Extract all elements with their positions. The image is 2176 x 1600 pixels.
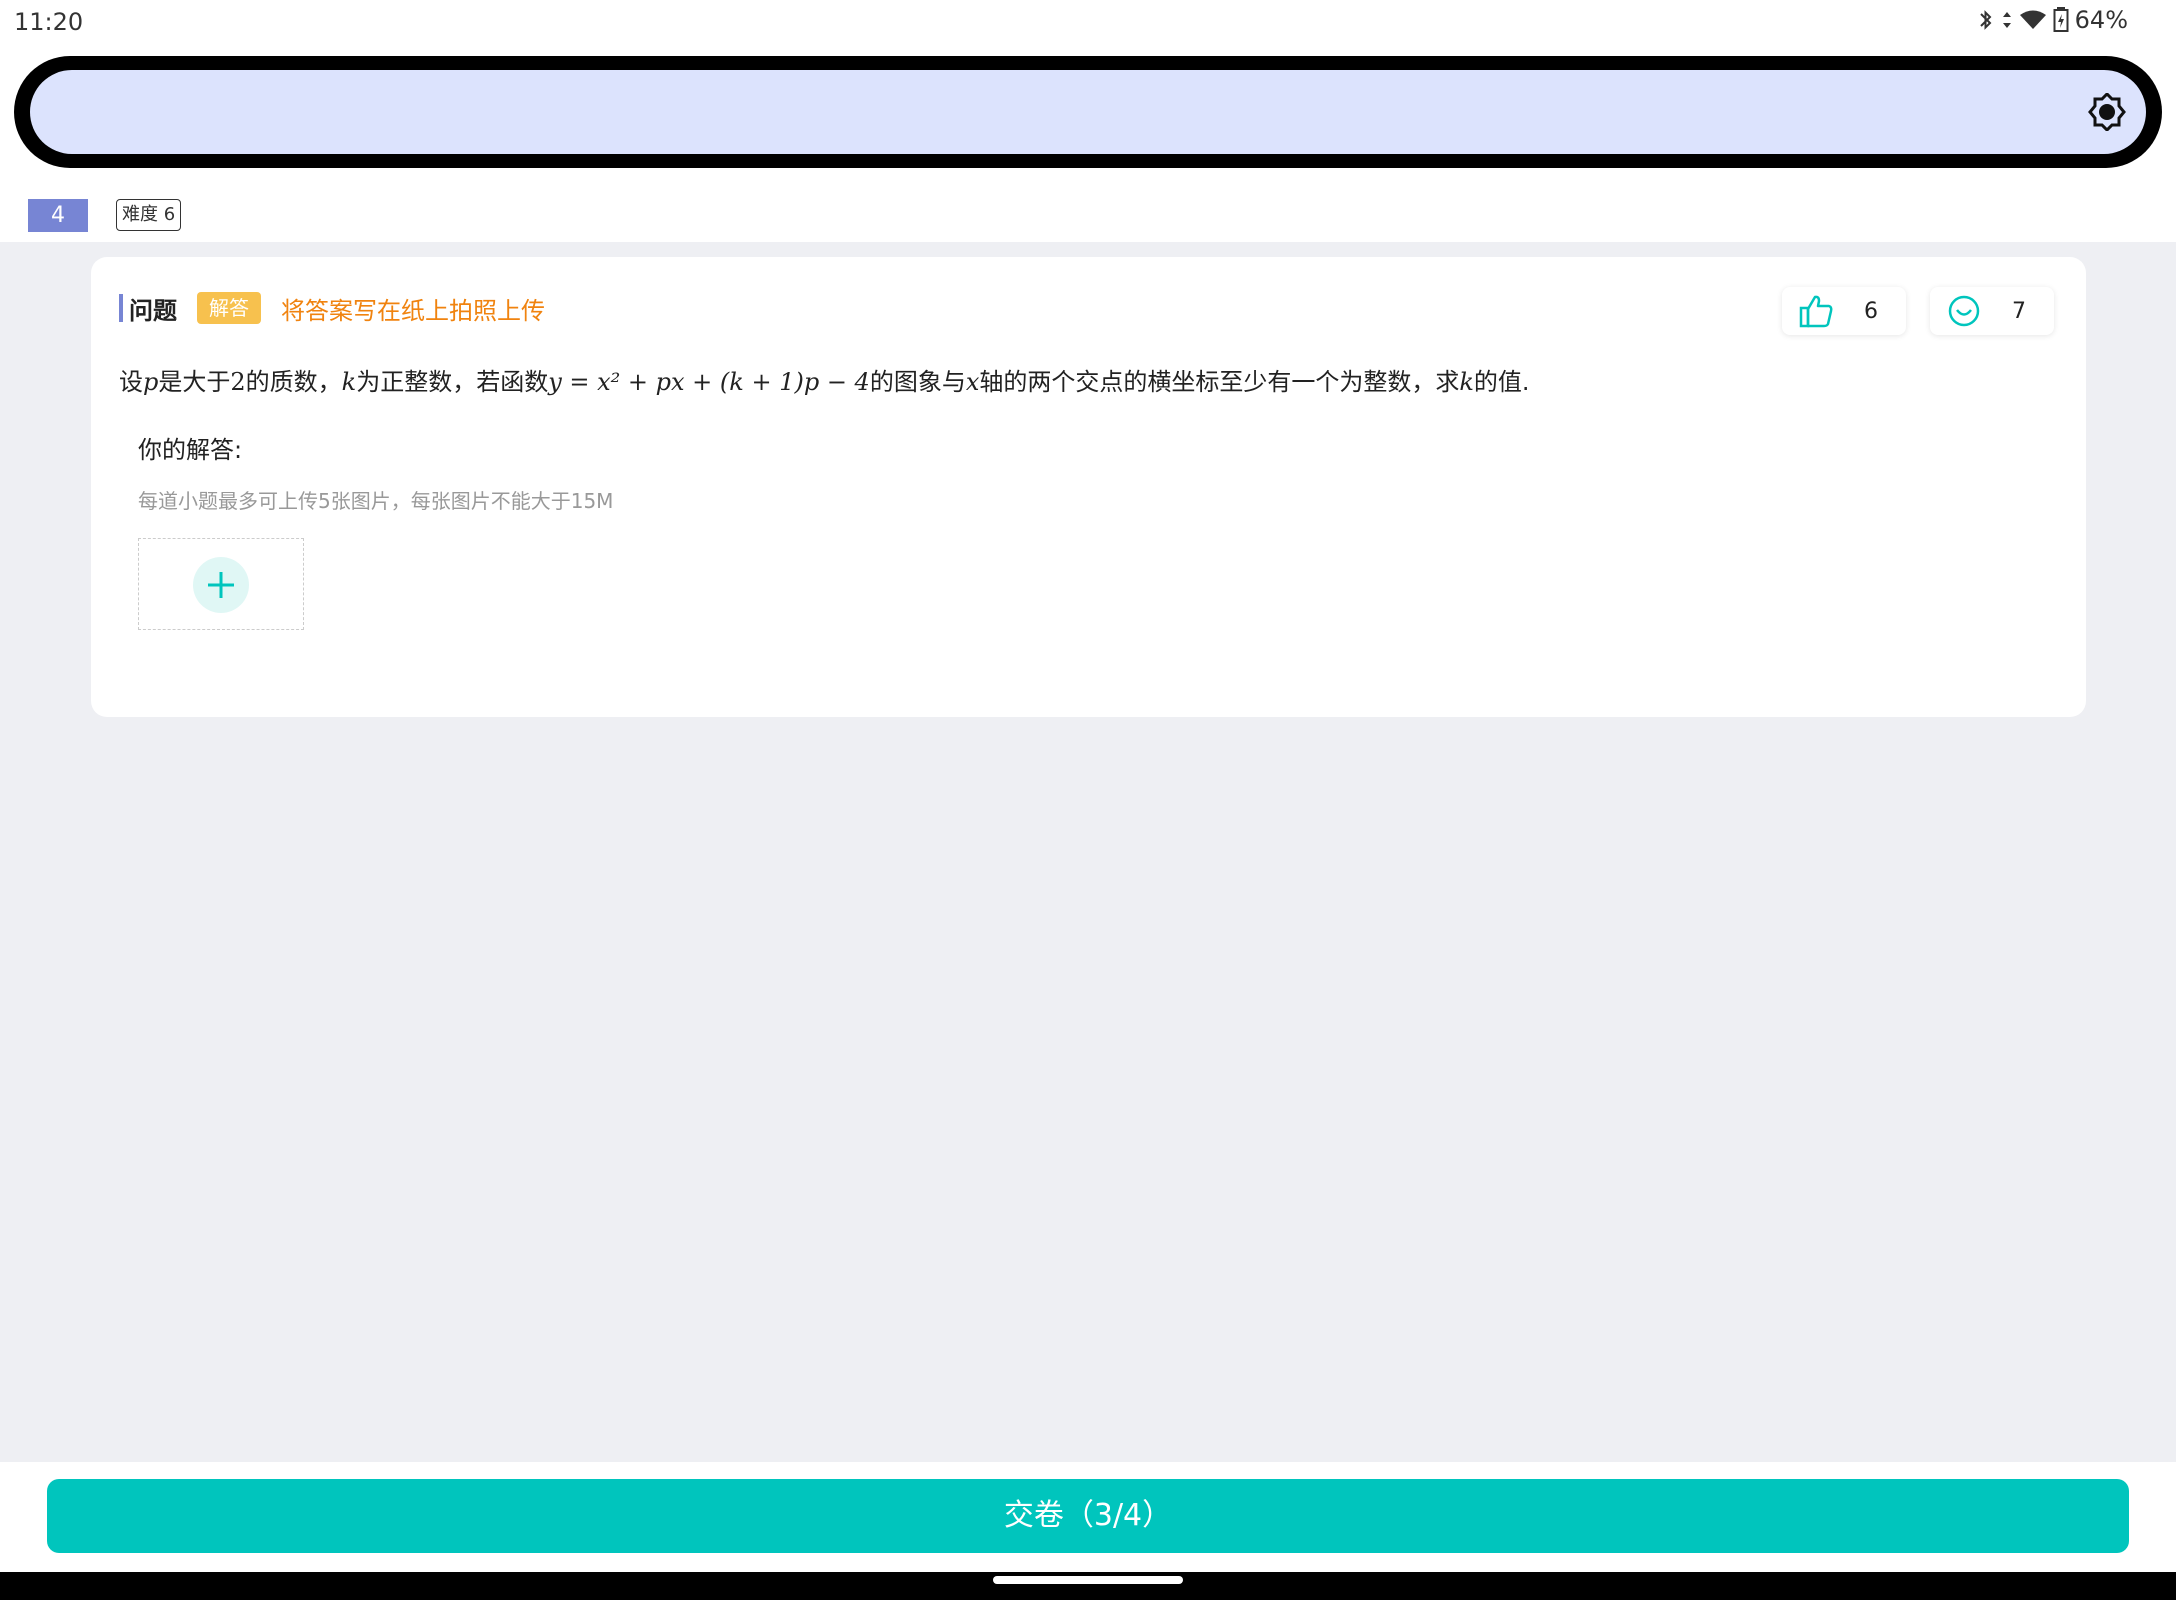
- smile-button[interactable]: 7: [1930, 287, 2054, 335]
- brightness-icon[interactable]: [2088, 93, 2126, 131]
- question-number-badge[interactable]: 4: [28, 199, 88, 232]
- submit-button[interactable]: 交卷（3/4）: [47, 1479, 2129, 1553]
- like-count: 6: [1864, 298, 1878, 324]
- upload-image-button[interactable]: [138, 538, 304, 630]
- section-accent-bar: [119, 294, 123, 322]
- battery-icon: [2053, 7, 2069, 32]
- system-nav-bar: [0, 1572, 2176, 1600]
- wifi-icon: [2019, 10, 2046, 29]
- plus-icon: [193, 557, 249, 613]
- question-type-badge: 解答: [197, 292, 261, 324]
- search-bar[interactable]: [14, 56, 2162, 168]
- status-bar: 11:20 64%: [0, 0, 2176, 50]
- battery-percent: 64%: [2074, 6, 2128, 34]
- data-arrows-icon: [2002, 12, 2011, 28]
- bluetooth-icon: [1979, 10, 1992, 30]
- search-input[interactable]: [30, 70, 2146, 154]
- question-header: 问题 解答 将答案写在纸上拍照上传: [119, 292, 545, 325]
- home-indicator[interactable]: [993, 1576, 1183, 1584]
- question-card: 问题 解答 将答案写在纸上拍照上传 6 7 设p是大于2的质数，k为正整数，若函…: [91, 257, 2086, 717]
- smile-count: 7: [2012, 298, 2026, 324]
- math-formula: y = x² + px + (k + 1)p − 4: [548, 368, 870, 396]
- like-button[interactable]: 6: [1782, 287, 1906, 335]
- thumbs-up-icon: [1799, 295, 1833, 328]
- status-icons: 64%: [1977, 6, 2128, 34]
- section-title: 问题: [129, 296, 177, 325]
- difficulty-badge: 难度 6: [116, 199, 182, 231]
- answer-label: 你的解答:: [138, 436, 243, 464]
- status-time: 11:20: [14, 8, 84, 36]
- footer: 交卷（3/4）: [0, 1462, 2176, 1572]
- upload-hint: 每道小题最多可上传5张图片，每张图片不能大于15M: [138, 489, 614, 513]
- smile-icon: [1948, 295, 1980, 327]
- question-text: 设p是大于2的质数，k为正整数，若函数y = x² + px + (k + 1)…: [119, 368, 1530, 396]
- question-instruction: 将答案写在纸上拍照上传: [281, 296, 545, 325]
